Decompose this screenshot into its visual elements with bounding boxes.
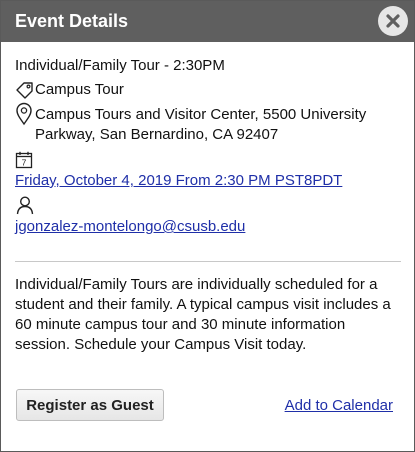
location-pin-icon: [15, 102, 33, 126]
event-info: Individual/Family Tour - 2:30PM Campus T…: [15, 56, 401, 237]
contact-email-link[interactable]: jgonzalez-montelongo@csusb.edu: [15, 218, 245, 235]
contact-email-row: jgonzalez-montelongo@csusb.edu: [15, 217, 401, 237]
event-category: Campus Tour: [35, 81, 124, 98]
register-as-guest-button[interactable]: Register as Guest: [16, 389, 164, 421]
event-date-row: Friday, October 4, 2019 From 2:30 PM PST…: [15, 171, 401, 191]
event-category-row: Campus Tour: [15, 80, 401, 100]
divider: [15, 261, 401, 262]
event-name: Individual/Family Tour - 2:30PM: [15, 57, 225, 74]
contact-icon-row: [15, 195, 401, 215]
event-location-row: Campus Tours and Visitor Center, 5500 Un…: [15, 102, 401, 145]
add-to-calendar-link[interactable]: Add to Calendar: [285, 397, 393, 414]
dialog-title: Event Details: [15, 11, 129, 31]
calendar-icon-row: 7: [15, 151, 401, 169]
calendar-icon: 7: [15, 151, 33, 169]
event-location: Campus Tours and Visitor Center, 5500 Un…: [35, 106, 367, 143]
dialog-titlebar: Event Details: [1, 1, 414, 42]
calendar-day: 7: [22, 158, 27, 168]
close-icon: [385, 13, 401, 29]
close-button[interactable]: [378, 6, 408, 36]
event-date-link[interactable]: Friday, October 4, 2019 From 2:30 PM PST…: [15, 172, 342, 189]
event-details-dialog: Event Details Individual/Family Tour - 2…: [0, 0, 415, 452]
event-description: Individual/Family Tours are individually…: [15, 276, 391, 353]
tag-icon: [15, 81, 35, 99]
person-icon: [15, 195, 35, 215]
